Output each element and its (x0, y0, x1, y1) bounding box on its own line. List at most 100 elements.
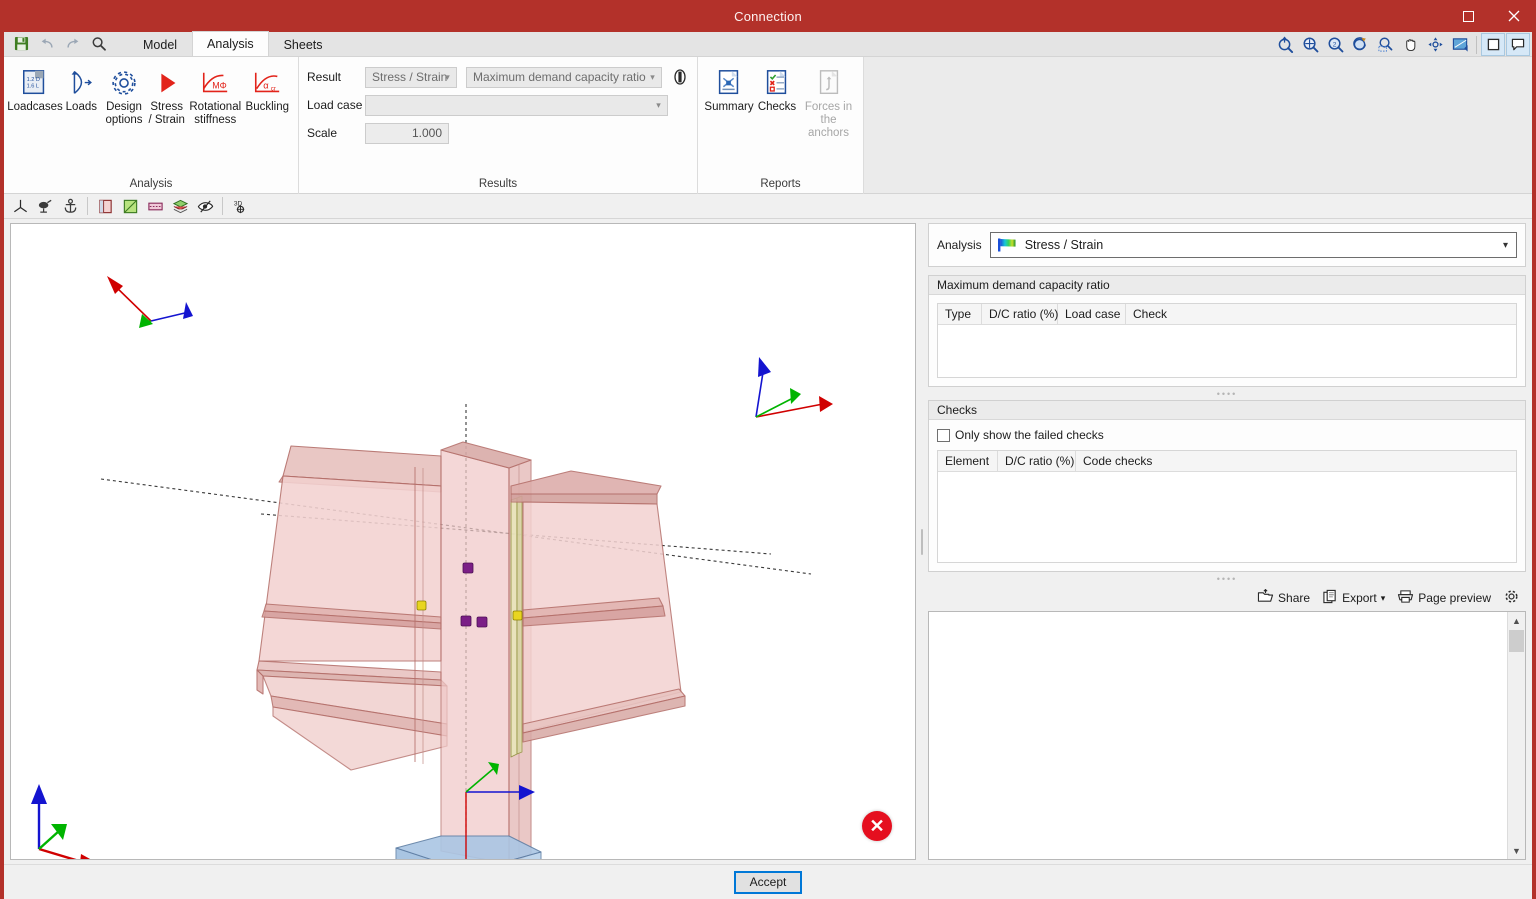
hide-icon[interactable] (193, 195, 217, 217)
load-case-combo[interactable]: ▾ (365, 94, 668, 116)
pan-icon[interactable] (1398, 33, 1422, 56)
undo-icon[interactable] (36, 33, 58, 54)
color-legend-toggle-icon[interactable] (668, 69, 692, 85)
design-options-label-1: Design (106, 101, 142, 113)
rotational-stiffness-label-1: Rotational (189, 101, 242, 113)
quick-access-toolbar (4, 31, 114, 56)
client-area: Model Analysis Sheets 2 1.2 D 1.6 L Load… (4, 31, 1532, 899)
render-icon[interactable] (1448, 33, 1472, 56)
maximize-button[interactable] (1446, 0, 1491, 32)
connection-model-render (31, 276, 833, 859)
rotational-stiffness-button[interactable]: MΦ Rotational stiffness (188, 63, 243, 129)
buckling-button[interactable]: α cr Buckling (243, 63, 292, 116)
report-canvas (929, 612, 1507, 859)
play-icon (152, 65, 182, 101)
close-button[interactable] (1491, 0, 1536, 32)
only-failed-checks-checkbox[interactable] (937, 428, 950, 442)
loads-label: Loads (65, 101, 97, 113)
tab-sheets[interactable]: Sheets (269, 32, 338, 56)
axes-icon[interactable] (8, 195, 32, 217)
zoom-window-icon[interactable] (1273, 33, 1297, 56)
panel-splitter-vertical[interactable] (916, 219, 928, 864)
rotate-icon[interactable] (1348, 33, 1372, 56)
accept-button[interactable]: Accept (733, 870, 803, 894)
max-dc-table[interactable]: Type D/C ratio (%) Load case Check (937, 303, 1517, 378)
tab-analysis[interactable]: Analysis (192, 31, 269, 56)
svg-text:MΦ: MΦ (212, 81, 227, 91)
column-element[interactable]: Element (938, 451, 998, 471)
zoom-previous-icon[interactable]: 2 (1323, 33, 1347, 56)
tab-model[interactable]: Model (128, 32, 192, 56)
share-button[interactable]: Share (1253, 587, 1314, 609)
search-icon[interactable] (88, 33, 110, 54)
load-case-field-row: Load case ▾ (307, 93, 668, 117)
stress-strain-label-2: / Strain (148, 114, 185, 126)
column-load-case[interactable]: Load case (1058, 304, 1126, 324)
results-panel: Analysis Stress / Strain ▾ Maximum deman… (928, 219, 1532, 864)
panel-splitter-horizontal-bottom[interactable]: •••• (928, 572, 1526, 585)
3d-viewport[interactable]: ✕ (10, 223, 916, 860)
scroll-up-arrow[interactable]: ▲ (1508, 612, 1525, 629)
zoom-selected-icon[interactable] (1373, 33, 1397, 56)
supports-icon[interactable] (33, 195, 57, 217)
column-check[interactable]: Check (1126, 304, 1516, 324)
comment-icon[interactable] (1506, 33, 1530, 56)
page-preview-button[interactable]: Page preview (1393, 587, 1495, 609)
moment-rotation-icon: MΦ (199, 65, 231, 101)
layers-icon[interactable] (168, 195, 192, 217)
checks-button[interactable]: Checks (754, 63, 800, 116)
anchor-icon[interactable] (58, 195, 82, 217)
checks-table[interactable]: Element D/C ratio (%) Code checks (937, 450, 1517, 563)
save-icon[interactable] (10, 33, 32, 54)
export-button[interactable]: Export ▾ (1318, 587, 1389, 609)
result-type-combo[interactable]: Stress / Strain ▾ (365, 66, 457, 88)
orbit-icon[interactable] (1423, 33, 1447, 56)
summary-button[interactable]: Summary (704, 63, 754, 116)
column-dc-ratio[interactable]: D/C ratio (%) (998, 451, 1076, 471)
anchor-forces-icon (814, 65, 844, 101)
mesh-colors-icon[interactable] (93, 195, 117, 217)
loads-button[interactable]: Loads (60, 63, 103, 116)
load-case-label: Load case (307, 98, 363, 112)
chevron-down-icon: ▾ (1502, 239, 1508, 251)
checks-group: Checks Only show the failed checks Eleme… (928, 400, 1526, 572)
stress-strain-button[interactable]: Stress / Strain (145, 63, 188, 129)
ribbon-tabs: Model Analysis Sheets (128, 31, 338, 56)
scale-input[interactable]: 1.000 (365, 122, 449, 144)
checks-label: Checks (757, 101, 797, 113)
panel-splitter-horizontal-top[interactable]: •••• (928, 387, 1526, 400)
column-code-checks[interactable]: Code checks (1076, 451, 1516, 471)
title-bar: Connection (0, 0, 1536, 32)
checks-table-body (938, 472, 1516, 562)
result-type-value: Stress / Strain (372, 70, 448, 84)
scroll-down-arrow[interactable]: ▼ (1508, 842, 1525, 859)
3d-view-icon[interactable]: 3D (228, 195, 252, 217)
report-scrollbar[interactable]: ▲ ▼ (1507, 612, 1525, 859)
forces-in-the-anchors-button[interactable]: Forces in the anchors (800, 63, 857, 142)
column-dc-ratio[interactable]: D/C ratio (%) (982, 304, 1058, 324)
error-badge[interactable]: ✕ (862, 811, 892, 841)
analysis-label: Analysis (937, 238, 982, 252)
report-preview-area[interactable]: ▲ ▼ (928, 611, 1526, 860)
max-demand-capacity-group: Maximum demand capacity ratio Type D/C r… (928, 275, 1526, 387)
report-settings-button[interactable] (1499, 586, 1524, 610)
zoom-all-icon[interactable] (1298, 33, 1322, 56)
column-type[interactable]: Type (938, 304, 982, 324)
scrollbar-thumb[interactable] (1509, 630, 1524, 652)
svg-text:α: α (264, 81, 270, 91)
summary-label: Summary (704, 101, 754, 113)
only-failed-checks-label[interactable]: Only show the failed checks (955, 428, 1104, 442)
checks-table-header: Element D/C ratio (%) Code checks (938, 451, 1516, 472)
loads-icon (66, 65, 96, 101)
deformed-shape-icon[interactable] (143, 195, 167, 217)
analysis-combo[interactable]: Stress / Strain ▾ (989, 232, 1517, 258)
redo-icon[interactable] (62, 33, 84, 54)
design-options-button[interactable]: Design options (103, 63, 146, 129)
result-quantity-combo[interactable]: Maximum demand capacity ratio ▾ (466, 66, 662, 88)
loadcases-button[interactable]: 1.2 D 1.6 L Loadcases (7, 63, 63, 116)
single-view-icon[interactable] (1481, 33, 1505, 56)
ribbon-group-results-title: Results (478, 178, 518, 190)
summary-report-icon (714, 65, 744, 101)
surface-plot-icon[interactable] (118, 195, 142, 217)
ribbon-group-reports-title: Reports (760, 178, 801, 190)
